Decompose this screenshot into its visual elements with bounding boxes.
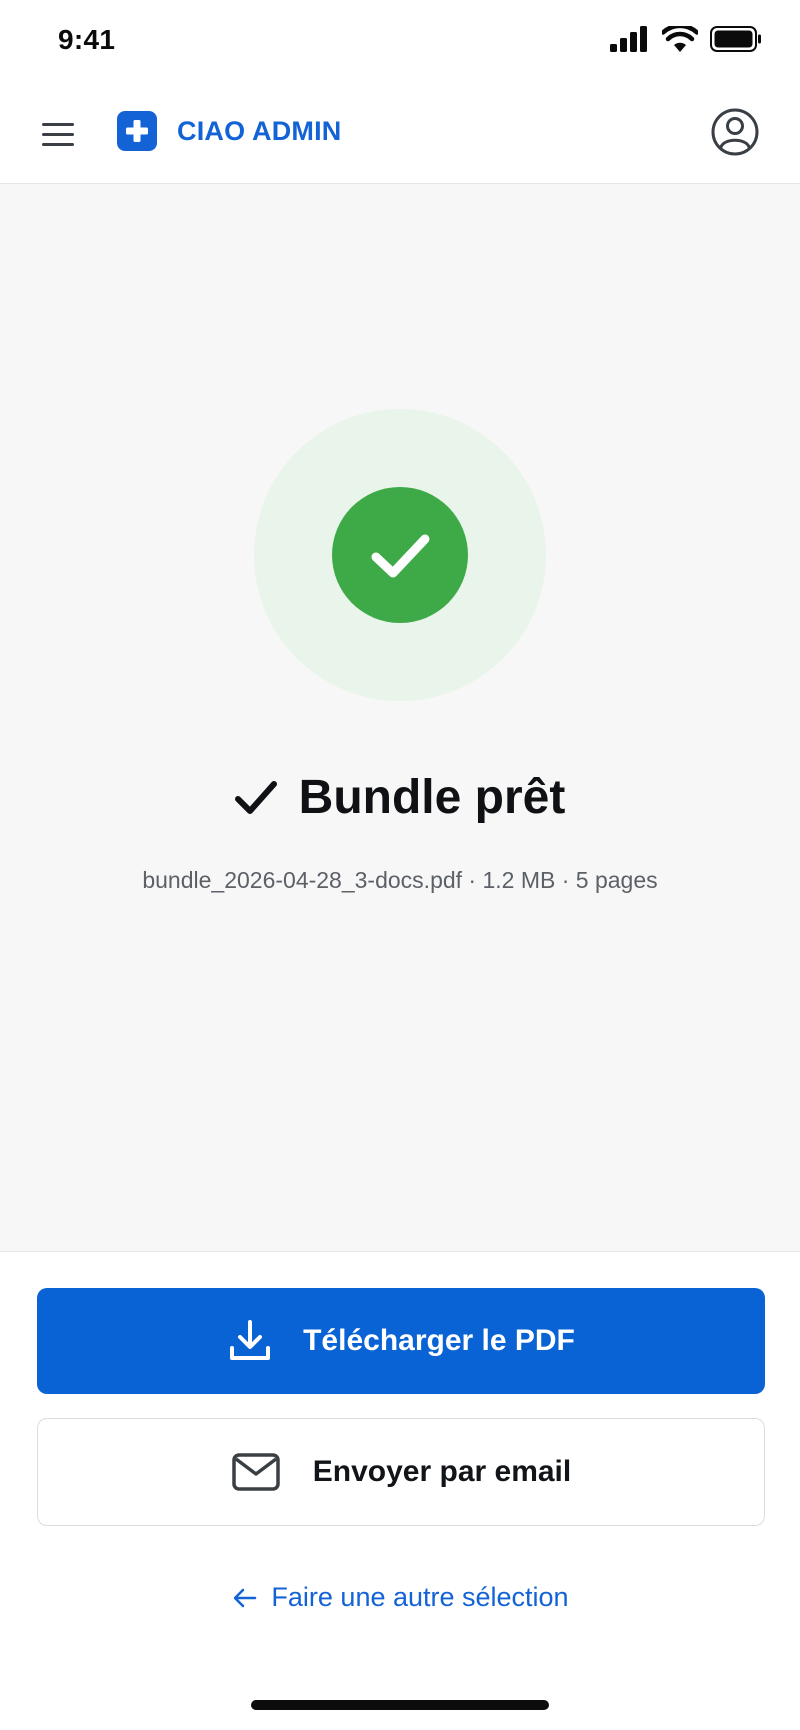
profile-button[interactable]	[710, 107, 760, 157]
file-meta: bundle_2026-04-28_3-docs.pdf · 1.2 MB · …	[142, 867, 658, 893]
status-time: 9:41	[58, 24, 116, 55]
result-headline: Bundle prêt	[0, 770, 800, 825]
hamburger-icon	[42, 123, 74, 146]
plus-cross-icon	[126, 120, 148, 142]
download-pdf-label: Télécharger le PDF	[303, 1324, 575, 1357]
send-email-label: Envoyer par email	[312, 1455, 572, 1488]
checkmark-icon	[234, 780, 277, 814]
arrow-left-icon	[234, 1588, 257, 1607]
wifi-icon	[662, 26, 698, 52]
success-badge	[332, 487, 468, 623]
page-title: Bundle prêt	[298, 771, 566, 824]
app-header: CIAO ADMIN	[0, 84, 800, 184]
action-panel: Télécharger le PDF Envoyer par email Fai…	[0, 1251, 800, 1730]
status-bar: 9:41	[0, 0, 800, 84]
new-selection-label: Faire une autre sélection	[271, 1582, 569, 1612]
cellular-signal-icon	[610, 26, 647, 52]
user-circle-icon	[711, 108, 759, 156]
brand-logo	[117, 111, 157, 151]
brand-name: CIAO ADMIN	[177, 115, 342, 146]
success-halo	[254, 409, 546, 701]
status-icons	[610, 26, 762, 52]
checkmark-icon	[371, 534, 430, 578]
new-selection-link[interactable]: Faire une autre sélection	[0, 1582, 800, 1613]
envelope-icon	[232, 1453, 280, 1491]
download-pdf-button[interactable]: Télécharger le PDF	[37, 1288, 765, 1394]
send-email-button[interactable]: Envoyer par email	[37, 1418, 765, 1526]
brand[interactable]: CIAO ADMIN	[117, 111, 342, 151]
home-indicator	[251, 1700, 549, 1710]
menu-button[interactable]	[38, 114, 80, 154]
download-icon	[230, 1320, 271, 1360]
battery-icon	[710, 26, 761, 52]
main-content: Bundle prêt bundle_2026-04-28_3-docs.pdf…	[0, 185, 800, 1251]
